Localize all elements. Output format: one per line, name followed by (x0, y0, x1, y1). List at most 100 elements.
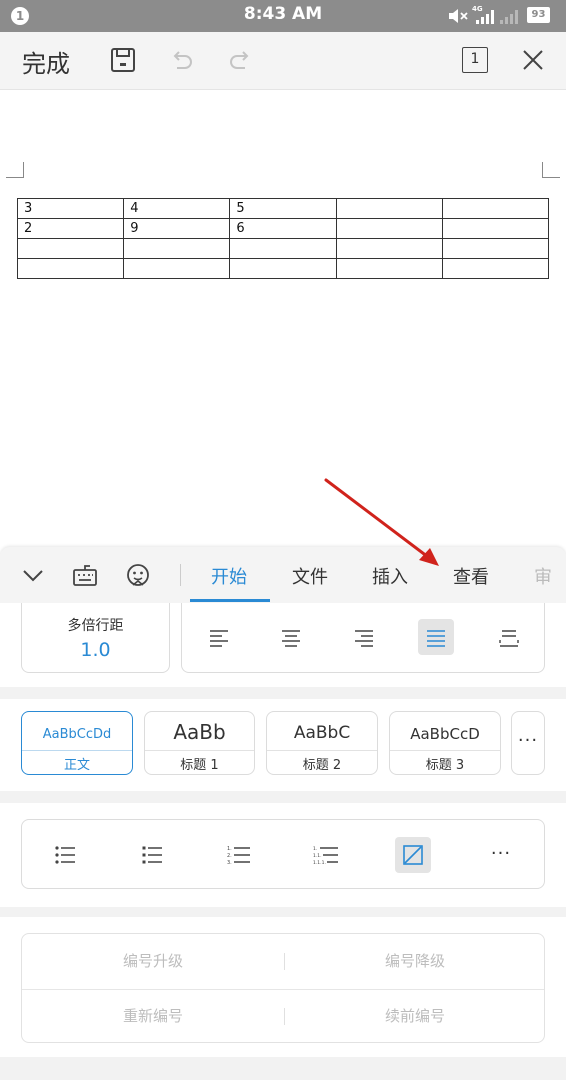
align-left-icon (210, 630, 228, 647)
table-row: 3 4 5 (16, 198, 550, 219)
numbered-list-button[interactable]: 1. 2. 3. (221, 837, 257, 873)
table-cell[interactable] (441, 238, 550, 259)
table-cell[interactable] (335, 258, 443, 279)
svg-text:3.: 3. (227, 860, 232, 866)
table-row (16, 258, 550, 279)
align-right-icon (355, 630, 373, 647)
grid-divider (284, 953, 285, 970)
style-sample: AaBb (173, 720, 226, 744)
more-styles-button[interactable]: ··· (511, 711, 545, 775)
multilevel-list-button[interactable]: 1. 1.1. 1.1.1. (308, 837, 344, 873)
redo-icon[interactable] (226, 46, 254, 74)
margin-corner-right (542, 162, 560, 178)
page-count-icon[interactable]: 1 (462, 47, 488, 73)
line-spacing-value: 1.0 (80, 639, 111, 661)
align-center-icon (282, 630, 300, 647)
svg-text:1.1.1.: 1.1.1. (313, 860, 326, 866)
restart-numbering-button[interactable]: 重新编号 (22, 989, 284, 1044)
mute-icon (449, 9, 468, 23)
no-list-icon (403, 845, 423, 865)
tab-home[interactable]: 开始 (211, 563, 247, 589)
signal-weak-icon (500, 10, 518, 24)
table-cell[interactable] (123, 258, 231, 279)
table-cell[interactable] (229, 258, 337, 279)
document-canvas[interactable]: 3 4 5 2 9 6 (0, 91, 566, 547)
continue-numbering-button[interactable]: 续前编号 (284, 989, 546, 1044)
save-icon[interactable] (109, 46, 137, 74)
style-divider (267, 750, 377, 751)
more-lists-button[interactable]: ··· (483, 837, 519, 873)
style-divider (22, 750, 132, 751)
table-cell[interactable]: 3 (16, 198, 125, 219)
table-row: 2 9 6 (16, 218, 550, 239)
close-icon[interactable] (519, 46, 547, 74)
table-cell[interactable]: 9 (123, 218, 231, 239)
table-cell[interactable] (16, 258, 125, 279)
top-toolbar: 完成 1 (0, 32, 566, 90)
grid-divider (22, 989, 544, 990)
style-sample: AaBbC (293, 723, 351, 743)
table-cell[interactable] (335, 198, 443, 219)
panel-tab-bar: 开始 文件 插入 查看 审 (0, 547, 566, 603)
table-cell[interactable] (335, 238, 443, 259)
table-cell[interactable]: 5 (229, 198, 337, 219)
active-tab-indicator (190, 599, 270, 602)
style-name: 正文 (63, 758, 90, 773)
bullet-list-button[interactable] (47, 837, 83, 873)
table-cell[interactable]: 4 (123, 198, 231, 219)
no-list-button[interactable] (395, 837, 431, 873)
done-button[interactable]: 完成 (22, 44, 70, 79)
align-center-button[interactable] (273, 619, 309, 655)
signal-icon (476, 10, 494, 24)
assistant-icon[interactable] (125, 562, 151, 588)
more-icon: ··· (517, 730, 539, 751)
table-cell[interactable] (123, 238, 231, 259)
tab-review[interactable]: 审 (534, 563, 552, 589)
align-distributed-button[interactable] (491, 619, 527, 655)
undo-icon[interactable] (168, 46, 196, 74)
margin-corner-left (6, 162, 24, 178)
style-heading-2[interactable]: AaBbC 标题 2 (266, 711, 378, 775)
promote-numbering-button[interactable]: 编号升级 (22, 934, 284, 989)
style-normal[interactable]: AaBbCcDd 正文 (21, 711, 133, 775)
more-icon: ··· (490, 843, 512, 864)
keyboard-icon[interactable] (72, 562, 98, 588)
align-right-button[interactable] (346, 619, 382, 655)
demote-numbering-button[interactable]: 编号降级 (284, 934, 546, 989)
alignment-group (181, 603, 545, 673)
tab-separator (180, 564, 181, 586)
table-cell[interactable]: 6 (229, 218, 337, 239)
hollow-bullet-list-button[interactable] (134, 837, 170, 873)
table-cell[interactable] (441, 258, 550, 279)
annotation-arrow-icon (324, 478, 439, 566)
align-left-button[interactable] (201, 619, 237, 655)
numbered-list-icon: 1. 2. 3. (227, 846, 250, 866)
align-justify-button[interactable] (418, 619, 454, 655)
svg-text:1.: 1. (227, 846, 232, 852)
line-spacing-button[interactable]: 多倍行距 1.0 (21, 603, 170, 673)
style-heading-1[interactable]: AaBb 标题 1 (144, 711, 255, 775)
table-cell[interactable] (229, 238, 337, 259)
bullet-list-icon (55, 846, 75, 864)
style-name: 标题 2 (302, 758, 342, 773)
multilevel-list-icon: 1. 1.1. 1.1.1. (313, 846, 338, 866)
table-cell[interactable] (335, 218, 443, 239)
grid-divider (284, 1008, 285, 1025)
style-sample: AaBbCcD (410, 725, 480, 743)
collapse-chevron-icon[interactable] (20, 562, 46, 588)
document-table[interactable]: 3 4 5 2 9 6 (16, 198, 550, 279)
status-bar: 1 8:43 AM 4G 93 (0, 0, 566, 32)
format-panel: 开始 文件 插入 查看 审 多倍行距 1.0 AaBbCcDd 正文 AaBb … (0, 547, 566, 1080)
numbering-section: 编号升级 编号降级 重新编号 续前编号 (0, 917, 566, 1057)
align-justify-icon (427, 630, 445, 647)
style-name: 标题 1 (180, 758, 219, 773)
table-cell[interactable]: 2 (16, 218, 125, 239)
table-cell[interactable] (441, 218, 550, 239)
line-spacing-label: 多倍行距 (67, 618, 124, 634)
style-divider (145, 750, 254, 751)
tab-view[interactable]: 查看 (453, 563, 489, 589)
table-cell[interactable] (16, 238, 125, 259)
align-distributed-icon (499, 630, 519, 647)
table-cell[interactable] (441, 198, 550, 219)
style-heading-3[interactable]: AaBbCcD 标题 3 (389, 711, 501, 775)
